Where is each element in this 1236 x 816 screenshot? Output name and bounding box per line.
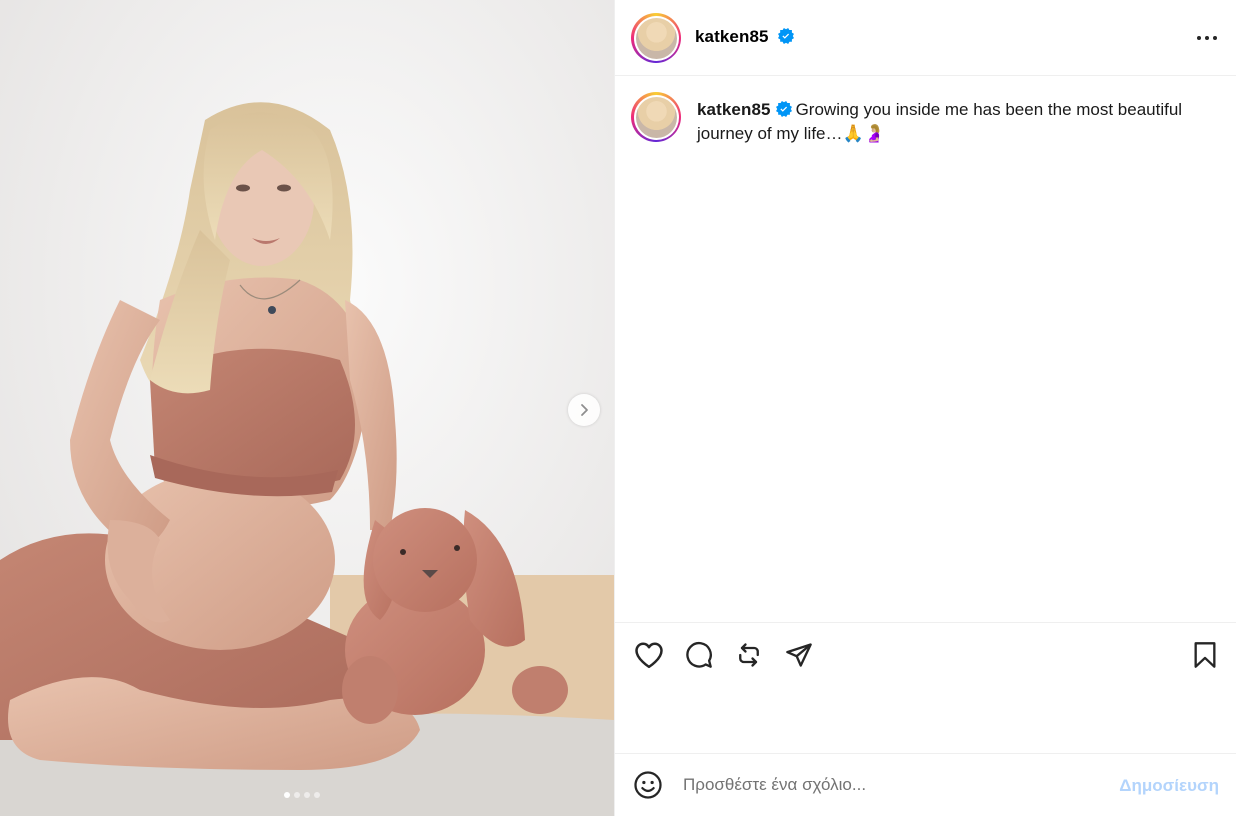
chevron-right-icon <box>581 404 588 416</box>
bookmark-icon <box>1194 642 1216 668</box>
more-options-button[interactable] <box>1195 28 1219 48</box>
save-button[interactable] <box>1189 639 1221 671</box>
carousel-dot <box>284 792 290 798</box>
caption-avatar[interactable] <box>631 92 681 142</box>
post-media[interactable] <box>0 0 614 816</box>
repost-button[interactable] <box>733 639 765 671</box>
carousel-dot <box>294 792 300 798</box>
carousel-dot <box>314 792 320 798</box>
instagram-post: katken85 katken85 Growing you inside me … <box>0 0 1236 816</box>
repost-icon <box>739 643 759 667</box>
comment-input[interactable] <box>683 773 1103 797</box>
comment-icon <box>686 642 712 668</box>
more-horizontal-icon <box>1197 36 1217 40</box>
username-text[interactable]: katken85 <box>695 27 769 46</box>
avatar[interactable] <box>631 13 681 63</box>
avatar-image <box>635 17 677 59</box>
emoji-icon <box>634 771 662 799</box>
post-photo <box>0 0 614 816</box>
caption-body: katken85 Growing you inside me has been … <box>697 98 1217 146</box>
action-bar <box>615 622 1236 754</box>
post-side-panel: katken85 katken85 Growing you inside me … <box>614 0 1236 816</box>
emoji-button[interactable] <box>633 770 663 800</box>
share-button[interactable] <box>783 639 815 671</box>
verified-badge-icon <box>778 28 795 44</box>
verified-badge-icon <box>775 101 792 117</box>
comment-button[interactable] <box>683 639 715 671</box>
avatar-image <box>635 96 677 138</box>
share-icon <box>786 643 812 667</box>
header-username[interactable]: katken85 <box>695 27 795 47</box>
heart-icon <box>635 642 663 669</box>
carousel-dot <box>304 792 310 798</box>
post-header: katken85 <box>615 0 1236 76</box>
comment-bar: Δημοσίευση <box>615 755 1236 816</box>
next-slide-button[interactable] <box>568 394 600 426</box>
caption-username[interactable]: katken85 <box>697 100 771 119</box>
like-button[interactable] <box>633 639 665 671</box>
post-comment-button[interactable]: Δημοσίευση <box>1119 776 1219 796</box>
carousel-indicator <box>284 792 320 798</box>
